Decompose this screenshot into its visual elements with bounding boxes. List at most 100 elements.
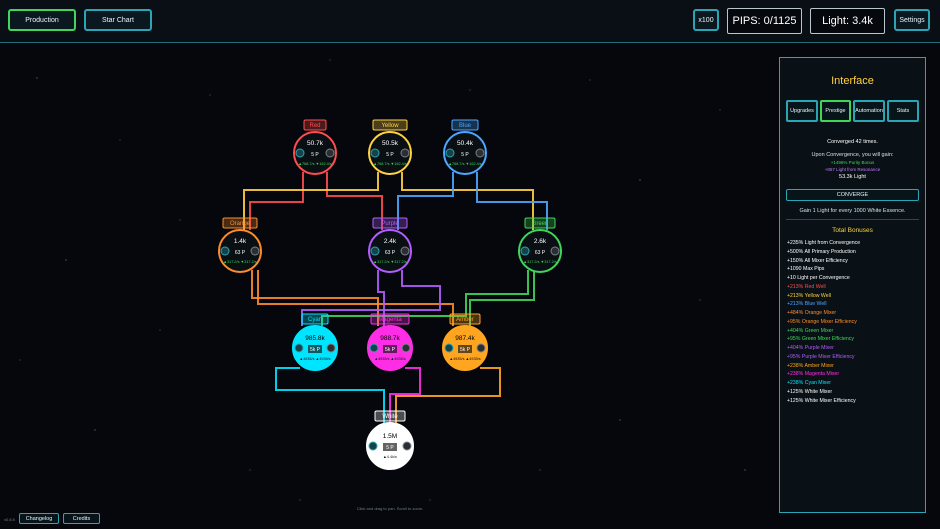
node-label: Orange [230,221,251,227]
bonus-item: +125% White Mixer Efficiency [787,397,856,404]
node-pips: 5k P [385,347,396,353]
node-label: White [382,414,398,420]
increase-pip-button[interactable] [250,246,260,256]
increase-pip-button[interactable] [476,343,486,353]
converge-button[interactable]: CONVERGE [786,189,919,201]
flow-connection [395,367,501,424]
node-orange[interactable]: Orange 1.4k 63 P ▲317.2/s ▼317.2/s [218,217,262,273]
bonus-item: +125% White Mixer [787,388,833,395]
node-value: 50.5k [382,140,399,147]
increase-pip-button[interactable] [401,343,411,353]
node-white[interactable]: White 1.5M 5 P ▲4.4k/s [366,410,414,470]
node-value: 1.4k [234,238,247,245]
gain-resonance: +857 Light from Resonance [824,167,881,172]
increase-pip-button[interactable] [400,246,410,256]
node-magenta[interactable]: Magenta 988.7k 5k P ▲4935/s ▲4935/s [367,313,413,371]
decrease-pip-button[interactable] [520,246,530,256]
bonus-item: +10 Light per Convergence [787,275,850,281]
node-rate: ▲4935/s ▲4935/s [374,357,405,361]
changelog-button[interactable]: Changelog [19,513,59,524]
increase-pip-button[interactable] [326,343,336,353]
node-pips: 63 P [235,250,246,256]
node-rate: ▲768.7/s ▼162.4/s [448,162,482,166]
decrease-pip-button[interactable] [444,343,454,353]
node-yellow[interactable]: Yellow 50.5k 5 P ▲768.7/s ▼162.4/s [368,119,412,175]
node-label: Amber [456,317,474,323]
increase-pip-button[interactable] [325,148,335,158]
node-pips: 5 P [461,152,469,158]
bonus-item: +213% Yellow Well [787,292,831,299]
node-value: 2.4k [384,238,397,245]
tab-upgrades[interactable]: Upgrades [786,100,818,122]
bonus-item: +150% All Mixer Efficiency [787,257,848,264]
increase-pip-button[interactable] [475,148,485,158]
convergence-intro: Upon Convergence, you will gain: [811,152,894,158]
bonus-item: +484% Orange Mixer [787,310,837,316]
bonus-item: +95% Green Mixer Efficiency [787,336,854,343]
node-rate: ▲768.7/s ▼162.4/s [373,162,407,166]
node-green[interactable]: Green 2.6k 63 P ▲317.2/s ▼317.2/s [518,217,562,273]
bonus-item: +238% Amber Mixer [787,362,834,369]
node-value: 50.7k [307,140,324,147]
node-pips: 5 P [311,152,319,158]
node-rate: ▲4.4k/s [383,455,397,459]
node-value: 2.6k [534,238,547,245]
bonus-item: +213% Blue Well [787,301,827,308]
node-cyan[interactable]: Cyan 985.8k 5k P ▲4935/s ▲4935/s [292,313,338,371]
node-label: Yellow [381,123,399,129]
node-purple[interactable]: Purple 2.4k 63 P ▲317.2/s ▼317.2/s [368,217,412,273]
bonus-item: +95% Purple Mixer Efficiency [787,353,855,360]
node-value: 1.5M [383,433,397,440]
node-amber[interactable]: Amber 987.4k 5k P ▲4935/s ▲4935/s [442,313,488,371]
bonus-item: +404% Green Mixer [787,327,834,334]
decrease-pip-button[interactable] [295,148,305,158]
node-value: 985.8k [305,335,325,342]
bonus-item: +1090 Max Pips [787,266,825,273]
decrease-pip-button[interactable] [294,343,304,353]
node-label: Purple [381,221,399,227]
node-label: Red [309,123,320,129]
converged-count: Converged 42 times. [827,139,878,145]
tab-prestige[interactable]: Prestige [820,100,851,122]
panel-title: Interface [831,75,874,87]
gain-light: 53.3k Light [839,174,866,180]
node-rate: ▲4935/s ▲4935/s [299,357,330,361]
node-rate: ▲768.7/s ▼162.4/s [298,162,332,166]
gain-purity: +1496% Purity Bonus [830,160,875,165]
increase-pip-button[interactable] [550,246,560,256]
node-red[interactable]: Red 50.7k 5 P ▲768.7/s ▼162.4/s [293,119,337,175]
node-rate: ▲317.2/s ▼317.2/s [223,260,257,264]
credits-button[interactable]: Credits [63,513,100,524]
bonuses-title: Total Bonuses [832,227,873,234]
node-pips: 5 P [386,445,394,451]
increase-pip-button[interactable] [400,148,410,158]
node-label: Cyan [308,317,322,323]
node-pips: 63 P [535,250,546,256]
node-rate: ▲317.2/s ▼317.2/s [523,260,557,264]
decrease-pip-button[interactable] [220,246,230,256]
bonus-item: +235% Light from Convergence [787,240,861,246]
bonus-item: +500% All Primary Production [787,248,856,255]
node-blue[interactable]: Blue 50.4k 5 P ▲768.7/s ▼162.4/s [443,119,487,175]
node-label: Green [532,221,549,227]
node-pips: 5k P [460,347,471,353]
node-label: Blue [459,123,472,129]
node-label: Magenta [378,317,402,323]
node-pips: 5k P [310,347,321,353]
bonus-item: +404% Purple Mixer [787,345,834,351]
decrease-pip-button[interactable] [369,343,379,353]
tab-automation[interactable]: Automation [853,100,885,122]
node-value: 988.7k [380,335,400,342]
interface-panel: Interface Upgrades Prestige Automation S… [779,57,926,513]
decrease-pip-button[interactable] [368,441,378,451]
bonus-item: +213% Red Well [787,283,826,290]
decrease-pip-button[interactable] [370,148,380,158]
pan-zoom-hint: Click and drag to pan. Scroll to zoom. [356,506,424,511]
decrease-pip-button[interactable] [370,246,380,256]
flow-connection [275,367,385,424]
node-pips: 63 P [385,250,396,256]
bonus-item: +95% Orange Mixer Efficiency [787,318,857,325]
increase-pip-button[interactable] [402,441,412,451]
decrease-pip-button[interactable] [445,148,455,158]
tab-stats[interactable]: Stats [887,100,919,122]
